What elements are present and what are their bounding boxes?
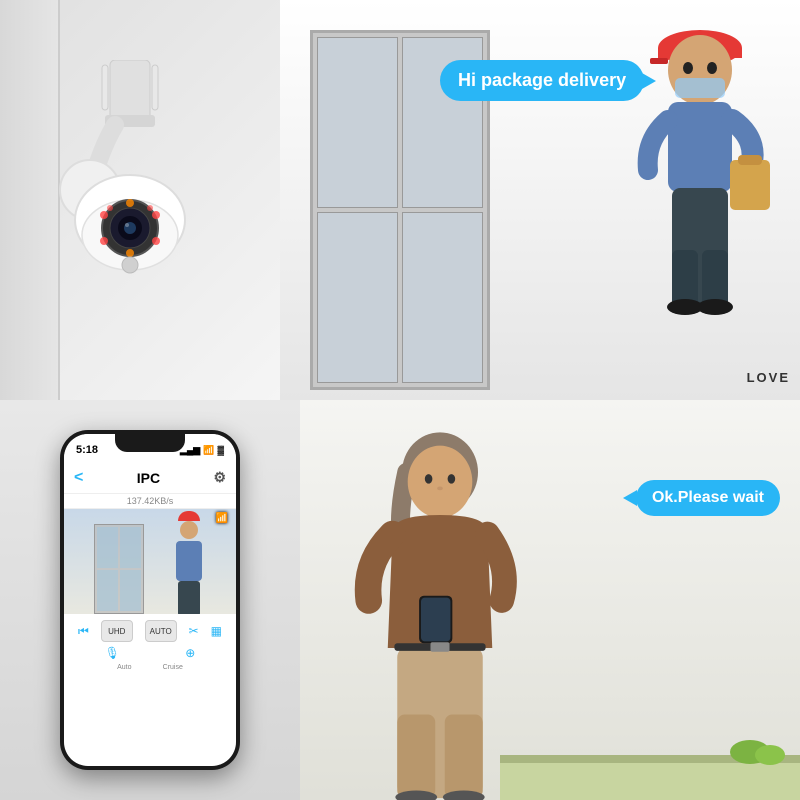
phone-feed-door <box>94 524 144 614</box>
phone-camera-feed: 📶 <box>64 509 236 614</box>
phone-feed-cap <box>178 511 200 521</box>
phone-time: 5:18 <box>76 444 98 456</box>
phone-outer: 5:18 ▂▄▆ 📶 ▓ < IPC ⚙ <box>60 430 240 770</box>
phone-feed-legs <box>178 581 200 614</box>
phone-settings-icon[interactable]: ⚙ <box>213 469 226 486</box>
phone-feed-head <box>180 521 198 539</box>
woman-section: Ok.Please wait <box>300 400 800 800</box>
delivery-section: Hi package delivery <box>280 0 800 400</box>
bottom-section: 5:18 ▂▄▆ 📶 ▓ < IPC ⚙ <box>0 400 800 800</box>
phone-app-header: < IPC ⚙ <box>64 462 236 494</box>
phone-feed-pane-tr <box>120 527 141 568</box>
camera-image <box>30 60 250 340</box>
kitchen-counter-svg <box>500 720 800 800</box>
feed-wifi-icon: 📶 <box>216 513 228 524</box>
phone-back-button[interactable]: < <box>74 469 83 487</box>
phone-controls-row-1: ⏮ UHD AUTO ✂ ▦ <box>72 620 228 642</box>
phone-ctrl-auto[interactable]: AUTO <box>145 620 177 642</box>
phone-feed-pane-tl <box>97 527 118 568</box>
phone-ctrl-uhd[interactable]: UHD <box>101 620 133 642</box>
phone-wrapper: 5:18 ▂▄▆ 📶 ▓ < IPC ⚙ <box>60 430 240 770</box>
main-container: Hi package delivery <box>0 0 800 800</box>
speech-bubble-delivery: Hi package delivery <box>440 60 644 101</box>
delivery-person-svg <box>620 10 780 400</box>
phone-ctrl-mic[interactable]: 🎙 <box>105 646 120 660</box>
phone-feed-body <box>176 541 202 581</box>
phone-ctrl-record[interactable]: ▦ <box>211 624 222 638</box>
security-camera-svg <box>30 60 230 310</box>
phone-ctrl-rewind[interactable]: ⏮ <box>78 624 89 639</box>
phone-ctrl-tools[interactable]: ✂ <box>189 624 199 638</box>
phone-ctrl-ptz[interactable]: ⊕ <box>185 646 195 660</box>
door-pane-br <box>402 212 483 383</box>
phone-feed-person <box>166 519 211 614</box>
phone-feed-pane-br <box>120 570 141 611</box>
phone-battery-icon: ▓ <box>217 445 224 455</box>
phone-section: 5:18 ▂▄▆ 📶 ▓ < IPC ⚙ <box>0 400 300 800</box>
camera-section <box>0 0 280 400</box>
phone-app-title: IPC <box>137 470 160 486</box>
phone-controls-row-2: 🎙 ⊕ <box>72 646 228 660</box>
phone-bandwidth: 137.42KB/s <box>64 494 236 509</box>
phone-bottom-labels: Auto Cruise <box>72 664 228 671</box>
door-pane-tl <box>317 37 398 208</box>
phone-notch <box>115 430 185 452</box>
woman-svg <box>340 420 540 800</box>
phone-wifi-icon: 📶 <box>203 445 214 456</box>
speech-bubble-woman: Ok.Please wait <box>636 480 780 516</box>
phone-status-icons: ▂▄▆ 📶 ▓ <box>180 445 224 456</box>
phone-feed-pane-bl <box>97 570 118 611</box>
phone-controls: ⏮ UHD AUTO ✂ ▦ 🎙 ⊕ Auto Cruis <box>64 614 236 677</box>
door-pane-bl <box>317 212 398 383</box>
top-section: Hi package delivery <box>0 0 800 400</box>
phone-screen: 5:18 ▂▄▆ 📶 ▓ < IPC ⚙ <box>64 434 236 766</box>
